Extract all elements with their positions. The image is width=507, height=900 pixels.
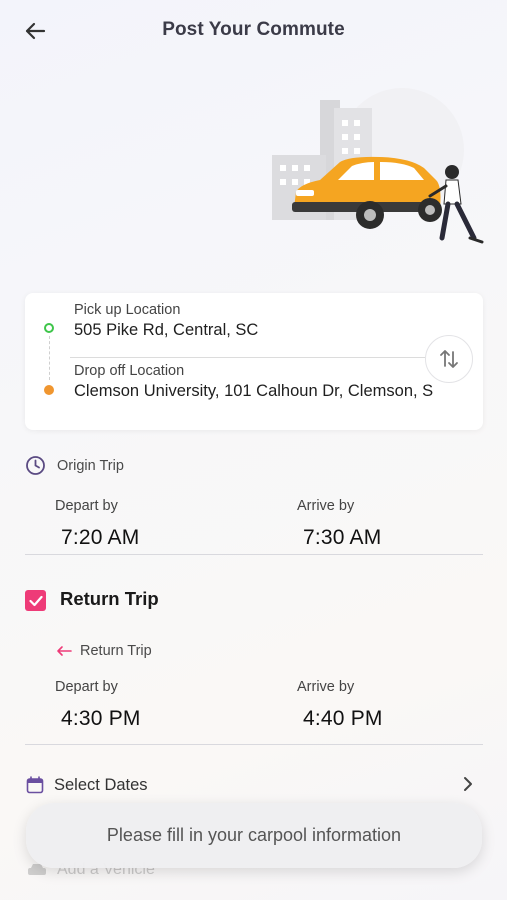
dropoff-label: Drop off Location xyxy=(74,363,185,379)
origin-arrive-label: Arrive by xyxy=(297,498,355,514)
return-depart-time[interactable]: 4:30 PM xyxy=(61,707,141,731)
return-divider xyxy=(25,744,483,745)
location-card: Pick up Location 505 Pike Rd, Central, S… xyxy=(25,293,483,430)
toast-message: Please fill in your carpool information xyxy=(106,825,402,845)
return-arrive-label: Arrive by xyxy=(297,679,355,695)
app-header: Post Your Commute xyxy=(0,0,507,60)
checkmark-icon xyxy=(28,595,43,606)
location-divider xyxy=(70,357,425,358)
return-trip-checkbox[interactable] xyxy=(25,590,46,611)
car-illustration xyxy=(272,88,484,244)
return-arrive-time[interactable]: 4:40 PM xyxy=(303,707,383,731)
swap-vertical-icon xyxy=(440,350,458,368)
dropoff-marker-icon xyxy=(44,385,54,395)
origin-divider xyxy=(25,554,483,555)
return-trip-subheader: Return Trip xyxy=(56,643,152,659)
origin-arrive-time[interactable]: 7:30 AM xyxy=(303,526,381,550)
select-dates-row[interactable]: Select Dates xyxy=(25,770,483,800)
swap-locations-button[interactable] xyxy=(425,335,473,383)
arrow-left-icon xyxy=(57,646,72,656)
calendar-icon xyxy=(26,776,44,794)
select-dates-label: Select Dates xyxy=(54,776,148,794)
return-trip-title: Return Trip xyxy=(60,588,159,609)
pickup-marker-icon xyxy=(44,323,54,333)
page-title: Post Your Commute xyxy=(162,19,345,40)
pickup-label: Pick up Location xyxy=(74,302,181,318)
return-depart-label: Depart by xyxy=(55,679,118,695)
dropoff-location-field[interactable]: Clemson University, 101 Calhoun Dr, Clem… xyxy=(74,382,434,401)
chevron-right-icon xyxy=(464,777,472,791)
origin-depart-label: Depart by xyxy=(55,498,118,514)
return-trip-sublabel: Return Trip xyxy=(80,643,152,659)
clock-icon xyxy=(26,456,45,475)
toast-notification: Please fill in your carpool information xyxy=(26,803,482,868)
route-connector xyxy=(49,336,50,380)
pickup-location-field[interactable]: 505 Pike Rd, Central, SC xyxy=(74,321,434,340)
origin-trip-label: Origin Trip xyxy=(57,457,124,474)
origin-trip-header: Origin Trip xyxy=(25,455,124,476)
origin-depart-time[interactable]: 7:20 AM xyxy=(61,526,139,550)
